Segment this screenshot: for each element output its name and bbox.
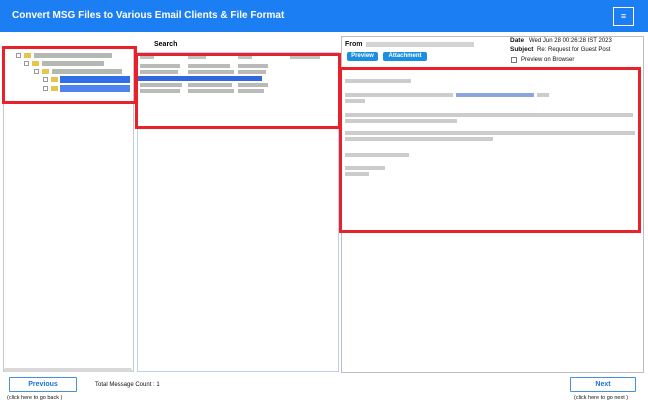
preview-on-browser-label: Preview on Browser (521, 57, 575, 63)
search-label: Search (154, 41, 178, 48)
highlight-box-email-preview (339, 67, 641, 233)
highlight-box-message-list (135, 53, 341, 129)
preview-on-browser-checkbox[interactable] (511, 57, 517, 63)
attachment-button[interactable]: Attachment (383, 52, 427, 61)
highlight-box-folder-tree (2, 46, 137, 104)
total-message-count: Total Message Count : 1 (95, 382, 160, 388)
hamburger-menu-button[interactable]: ≡ (613, 7, 634, 26)
date-label: Date (510, 37, 525, 44)
next-button[interactable]: Next (570, 377, 636, 392)
next-hint: (click here to go next ) (574, 395, 629, 401)
subject-value: Re: Request for Guest Post (537, 47, 611, 53)
from-label: From (345, 41, 363, 48)
subject-label: Subject (510, 46, 534, 53)
app-title: Convert MSG Files to Various Email Clien… (12, 10, 285, 21)
previous-button[interactable]: Previous (9, 377, 77, 392)
app-header: Convert MSG Files to Various Email Clien… (0, 0, 648, 32)
date-value: Wed Jun 28 00:26:28 IST 2023 (529, 38, 612, 44)
preview-button[interactable]: Preview (347, 52, 378, 61)
tree-horizontal-scrollbar[interactable] (4, 368, 132, 372)
previous-hint: (click here to go back ) (7, 395, 63, 401)
from-value-redacted (366, 42, 474, 47)
hamburger-icon: ≡ (620, 11, 627, 21)
